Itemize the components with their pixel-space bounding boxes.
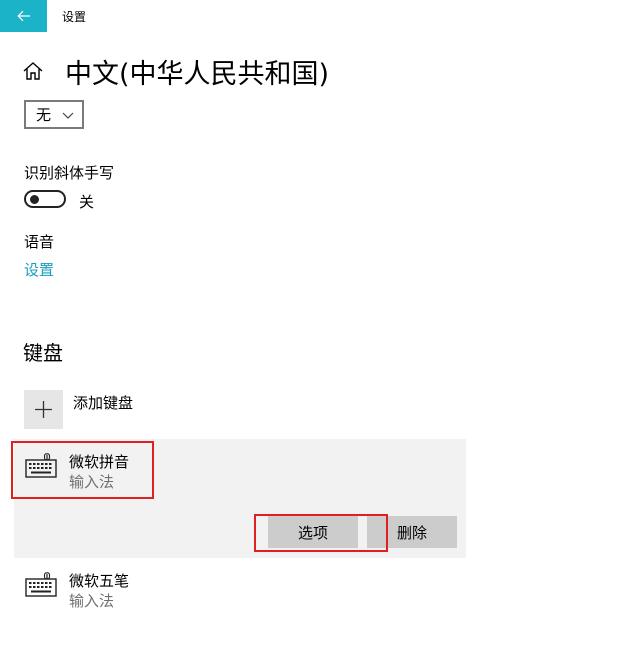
back-button[interactable]	[0, 0, 47, 32]
speech-settings-link[interactable]: 设置	[24, 259, 54, 280]
add-keyboard-button[interactable]	[24, 390, 63, 429]
keyboard-section-heading: 键盘	[23, 341, 63, 365]
handwriting-toggle[interactable]	[24, 190, 66, 208]
page-title: 中文(中华人民共和国)	[65, 59, 330, 90]
remove-button[interactable]: 删除	[367, 516, 457, 548]
plus-icon	[35, 401, 52, 418]
toggle-knob	[30, 195, 39, 204]
add-keyboard-label[interactable]: 添加键盘	[73, 392, 133, 413]
keyboard-item-type: 输入法	[69, 592, 115, 610]
keyboard-item-name: 微软拼音	[69, 453, 130, 471]
toggle-state-label: 关	[79, 193, 95, 211]
window-title: 设置	[62, 10, 87, 24]
options-button[interactable]: 选项	[268, 516, 358, 548]
layout-dropdown[interactable]: 无	[24, 100, 84, 129]
speech-label: 语音	[24, 233, 55, 251]
dropdown-value: 无	[36, 106, 52, 124]
keyboard-item-name[interactable]: 微软五笔	[69, 570, 129, 591]
handwriting-label: 识别斜体手写	[24, 164, 115, 182]
home-icon[interactable]	[22, 60, 44, 82]
keyboard-icon	[25, 453, 57, 478]
chevron-down-icon	[62, 112, 74, 119]
keyboard-item-type: 输入法	[69, 473, 115, 491]
keyboard-icon	[25, 572, 57, 597]
arrow-left-icon	[16, 10, 30, 22]
